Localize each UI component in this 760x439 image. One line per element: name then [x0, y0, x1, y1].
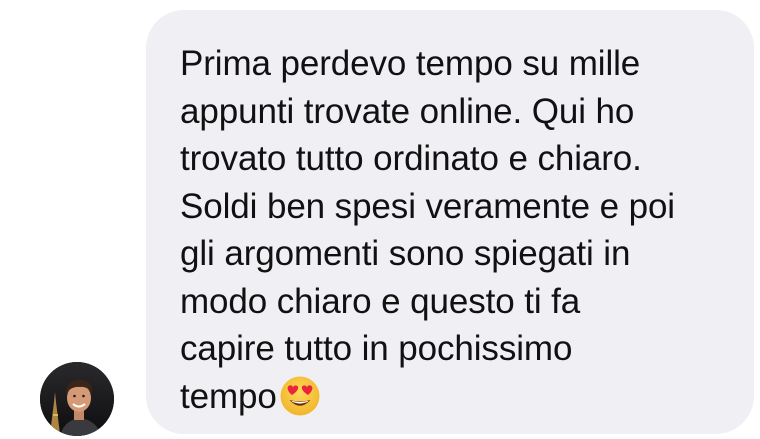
sender-avatar[interactable]: [40, 362, 114, 436]
message-last-line: tempo: [180, 373, 734, 421]
profile-photo-icon: [40, 362, 114, 436]
message-bubble[interactable]: Prima perdevo tempo su mille appunti tro…: [146, 10, 754, 434]
message-line: Prima perdevo tempo su mille: [180, 44, 641, 83]
message-line: modo chiaro e questo ti fa: [180, 281, 581, 321]
message-line: appunti trovate online. Qui ho: [180, 91, 635, 131]
message-line: gli argomenti sono spiegati in: [180, 234, 631, 273]
message-text: Prima perdevo tempo su mille appunti tro…: [180, 40, 734, 420]
heart-eyes-emoji-icon: [279, 375, 321, 417]
message-line: trovato tutto ordinato e chiaro.: [180, 139, 642, 178]
message-line: capire tutto in pochissimo: [180, 329, 573, 368]
message-line: tempo: [180, 376, 277, 416]
chat-screen: Prima perdevo tempo su mille appunti tro…: [0, 0, 760, 439]
message-line: Soldi ben spesi veramente e poi: [180, 186, 675, 226]
